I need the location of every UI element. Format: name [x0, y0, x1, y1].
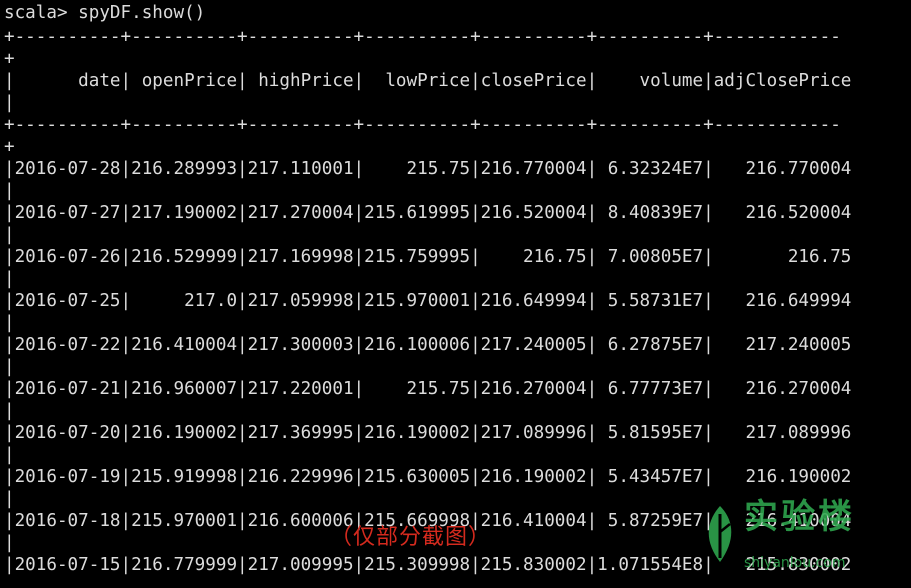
terminal-window[interactable]: scala> spyDF.show() +----------+--------… [0, 0, 911, 588]
table-row-wrap: | [4, 445, 15, 465]
table-row-wrap: | [4, 357, 15, 377]
table-border-top-wrap: + [4, 49, 15, 69]
logo-domain: shiyanlou.com [744, 555, 846, 571]
table-row: |2016-07-20|216.190002|217.369995|216.19… [4, 423, 852, 443]
table-row-wrap: | [4, 489, 15, 509]
table-row: |2016-07-27|217.190002|217.270004|215.61… [4, 203, 852, 223]
table-border-mid: +----------+----------+----------+------… [4, 115, 841, 135]
shiyanlou-logo: 实验楼 shiyanlou.com [696, 500, 911, 588]
table-header-wrap: | [4, 93, 15, 113]
table-row-wrap: | [4, 533, 15, 553]
table-row: |2016-07-22|216.410004|217.300003|216.10… [4, 335, 852, 355]
shell-prompt: scala> [4, 3, 68, 23]
table-row-wrap: | [4, 181, 15, 201]
table-row: |2016-07-25| 217.0|217.059998|215.970001… [4, 291, 852, 311]
table-row-wrap: | [4, 313, 15, 333]
table-row: |2016-07-21|216.960007|217.220001| 215.7… [4, 379, 852, 399]
table-row: |2016-07-19|215.919998|216.229996|215.63… [4, 467, 852, 487]
table-row: |2016-07-28|216.289993|217.110001| 215.7… [4, 159, 852, 179]
table-header: | date| openPrice| highPrice| lowPrice|c… [4, 71, 852, 91]
table-row-wrap: | [4, 269, 15, 289]
table-row-wrap: | [4, 225, 15, 245]
command-line: scala> spyDF.show() [4, 2, 205, 24]
partial-screenshot-caption: （仅部分截图） [330, 525, 492, 550]
leaf-logo-icon [708, 506, 732, 562]
table-border-top: +----------+----------+----------+------… [4, 27, 841, 47]
table-border-mid-wrap: + [4, 137, 15, 157]
table-row: |2016-07-26|216.529999|217.169998|215.75… [4, 247, 852, 267]
command-text: spyDF.show() [78, 3, 206, 23]
logo-wordmark: 实验楼 [744, 497, 855, 537]
table-row-wrap: | [4, 401, 15, 421]
